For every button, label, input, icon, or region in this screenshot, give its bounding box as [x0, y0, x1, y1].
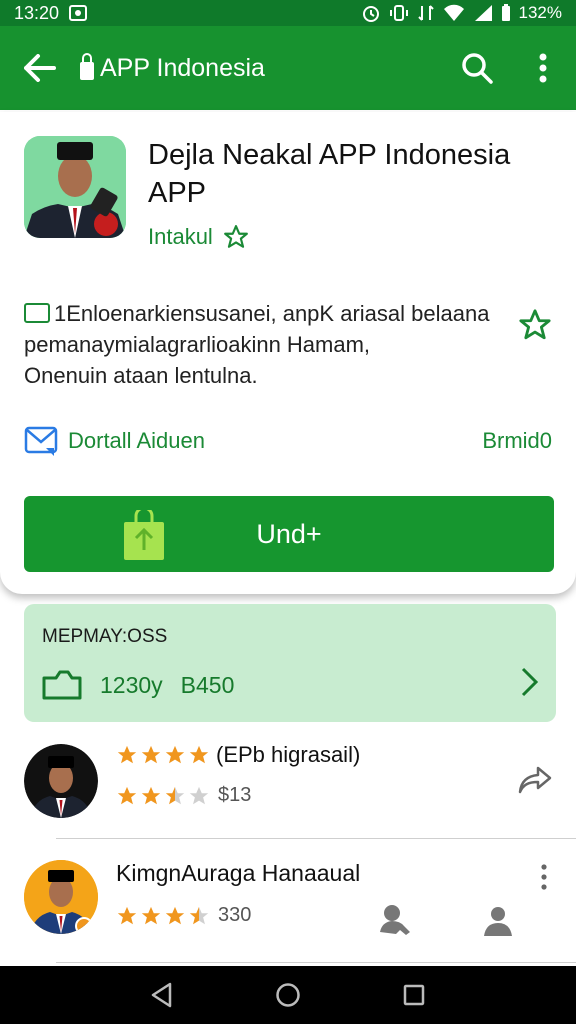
app-icon [24, 136, 126, 238]
battery-percent: 132% [518, 3, 562, 22]
install-button[interactable]: Und+ [24, 496, 554, 572]
reviewer-name: KimgnAuraga Hanaaual [116, 860, 361, 886]
count-value: B450 [180, 671, 235, 698]
review-item[interactable]: KimgnAuraga Hanaaual 330 [0, 858, 576, 958]
install-status-label: Intakul [148, 224, 213, 249]
search-button[interactable] [444, 26, 510, 110]
nav-home-icon[interactable] [275, 982, 301, 1008]
favorite-button[interactable] [518, 308, 552, 347]
data-icon [417, 5, 434, 21]
vibrate-icon [389, 5, 408, 21]
divider [56, 962, 576, 963]
battery-icon [501, 4, 510, 21]
app-name: Dejla Neakal APP Indonesia APP [148, 139, 511, 209]
status-time: 13:20 [14, 2, 60, 23]
nav-recents-icon[interactable] [402, 983, 426, 1007]
description-line-1: 1Enloenarkiensusanei, anpK ariasal belaa… [54, 301, 490, 326]
more-vert-icon [539, 53, 547, 83]
star-outline-icon [519, 309, 551, 340]
review-value: $13 [218, 784, 252, 806]
search-icon [462, 53, 493, 84]
notification-icon [69, 5, 88, 21]
description-icon [24, 303, 50, 323]
rating-stars-secondary [116, 785, 210, 807]
divider [56, 838, 576, 839]
person-icon[interactable] [482, 904, 514, 936]
description-line-2: pemanaymialagrarlioakinn Hamam, [24, 332, 371, 357]
developer-row[interactable]: Dortall Aiduen Brmid0 [24, 424, 552, 458]
folder-icon [42, 670, 82, 700]
more-vert-icon[interactable] [540, 864, 548, 890]
system-nav-bar [0, 966, 576, 1024]
shopping-bag-icon [124, 510, 164, 560]
star-outline-icon[interactable] [223, 224, 249, 250]
alarm-icon [362, 6, 379, 22]
back-button[interactable] [0, 26, 80, 110]
wifi-icon [443, 4, 464, 21]
status-bar: 13:20 132% [0, 0, 576, 26]
developer-name[interactable]: Dortall Aiduen [68, 428, 205, 454]
downloads-value: 1230y [100, 671, 163, 698]
app-bar: APP Indonesia [0, 26, 576, 110]
arrow-left-icon [24, 54, 56, 82]
more-options-button[interactable] [510, 26, 576, 110]
stats-card[interactable]: MEPMAY:OSS 1230y B450 [24, 604, 556, 722]
avatar [24, 744, 98, 818]
install-status: Intakul [148, 224, 249, 250]
review-label: (EPb higrasail) [216, 742, 361, 767]
review-item[interactable]: (EPb higrasail) $13 [0, 742, 576, 832]
rating-stars [116, 905, 210, 927]
mail-icon [24, 426, 58, 456]
review-value: 330 [218, 904, 252, 926]
avatar [24, 860, 98, 934]
app-detail-card: Dejla Neakal APP Indonesia APP Intakul 1… [0, 112, 576, 594]
handshake-icon[interactable] [378, 902, 412, 936]
developer-action[interactable]: Brmid0 [482, 428, 552, 454]
app-description: 1Enloenarkiensusanei, anpK ariasal belaa… [24, 298, 494, 391]
signal-icon [474, 5, 492, 21]
rating-stars [116, 744, 210, 766]
install-button-label: Und+ [256, 518, 322, 549]
chevron-right-icon [521, 667, 539, 697]
nav-back-icon[interactable] [150, 982, 174, 1008]
app-bar-title: APP Indonesia [100, 53, 265, 82]
share-icon[interactable] [518, 764, 552, 796]
description-line-3: Onenuin ataan lentulna. [24, 363, 258, 388]
stats-title: MEPMAY:OSS [42, 626, 168, 647]
lock-icon [80, 53, 94, 80]
